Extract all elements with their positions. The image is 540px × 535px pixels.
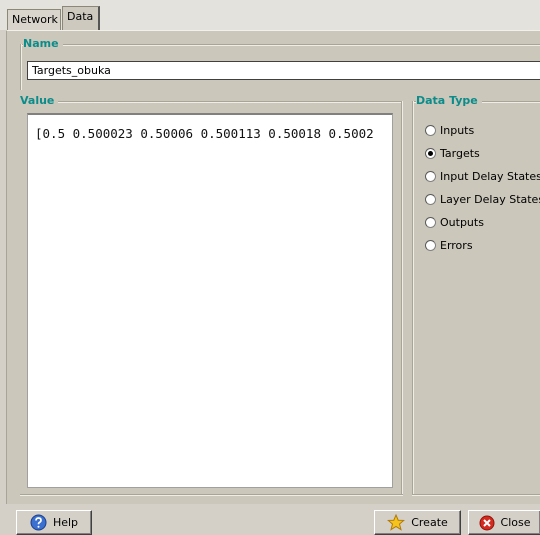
tab-data[interactable]: Data (62, 6, 100, 30)
radio-button[interactable] (425, 239, 436, 251)
datatype-legend: Data Type (416, 94, 482, 107)
radio-layer-delay-states[interactable]: Layer Delay States (425, 191, 540, 207)
datatype-group-left-line (412, 101, 414, 496)
star-icon (387, 514, 406, 531)
radio-label-errors: Errors (440, 238, 473, 252)
radio-button[interactable] (425, 216, 436, 228)
radio-errors[interactable]: Errors (425, 237, 473, 253)
radio-label-outputs: Outputs (440, 215, 484, 229)
radio-label-targets: Targets (440, 146, 480, 160)
name-input[interactable] (27, 61, 540, 80)
value-group-right-line (401, 101, 403, 496)
radio-button-selected[interactable] (425, 147, 436, 159)
radio-label-input-delay-states: Input Delay States (440, 169, 540, 183)
value-textarea[interactable]: [0.5 0.500023 0.50006 0.500113 0.50018 0… (27, 113, 393, 488)
help-button-label: Help (52, 516, 79, 529)
close-icon (479, 515, 495, 531)
help-button[interactable]: Help (16, 510, 92, 535)
datatype-group-bottom-line (412, 494, 540, 496)
radio-outputs[interactable]: Outputs (425, 214, 484, 230)
name-legend: Name (23, 37, 63, 50)
help-icon (30, 514, 47, 531)
value-legend: Value (20, 94, 59, 107)
name-group-left-line (20, 44, 22, 90)
radio-targets[interactable]: Targets (425, 145, 480, 161)
create-button[interactable]: Create (374, 510, 461, 535)
value-group-line (20, 101, 403, 103)
close-button[interactable]: Close (468, 510, 540, 535)
create-button-label: Create (411, 516, 448, 529)
radio-button[interactable] (425, 170, 436, 182)
close-button-label: Close (500, 516, 531, 529)
radio-label-layer-delay-states: Layer Delay States (440, 192, 540, 206)
radio-button[interactable] (425, 193, 436, 205)
tab-bar: Network Data (0, 0, 540, 30)
radio-input-delay-states[interactable]: Input Delay States (425, 168, 540, 184)
value-group-bottom-line (20, 494, 403, 496)
name-group-line (20, 44, 540, 46)
radio-inputs[interactable]: Inputs (425, 122, 474, 138)
tab-network[interactable]: Network (7, 9, 61, 30)
radio-button[interactable] (425, 124, 436, 136)
radio-label-inputs: Inputs (440, 123, 475, 137)
